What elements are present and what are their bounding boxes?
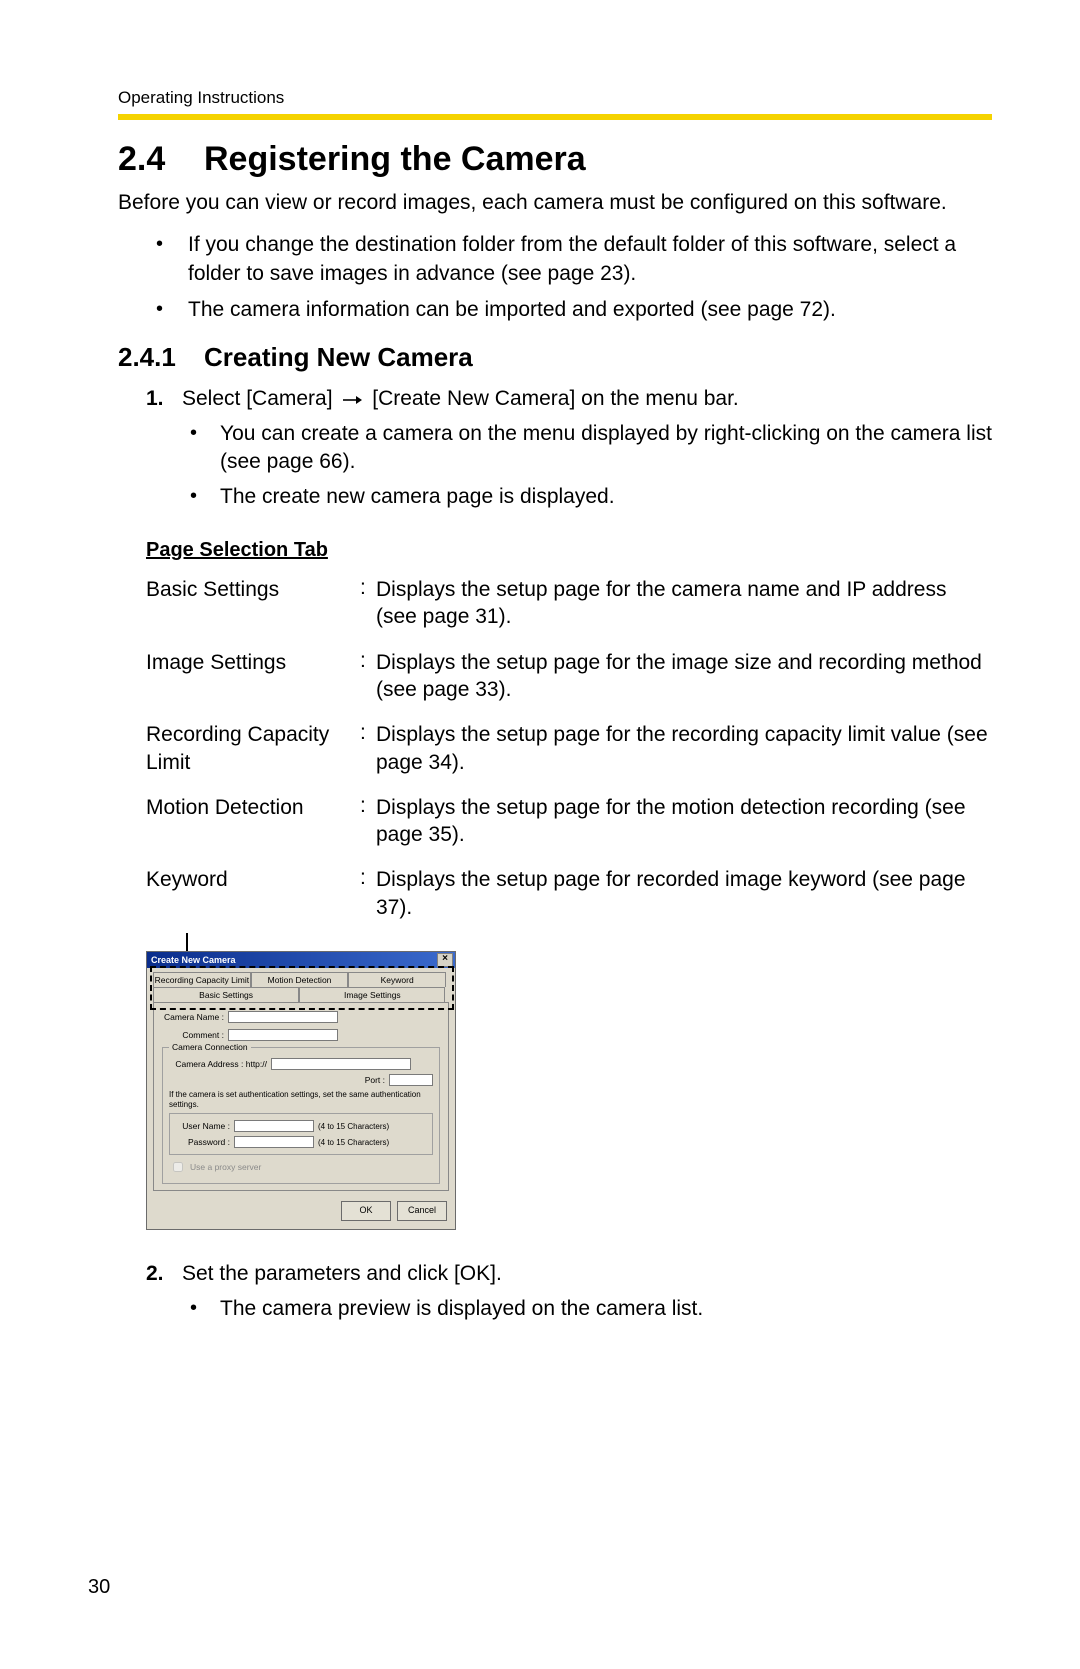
section-number: 2.4: [118, 140, 204, 179]
step-text-before: Select [Camera]: [182, 387, 333, 410]
comment-input[interactable]: [228, 1029, 338, 1041]
def-colon: :: [360, 794, 376, 818]
port-input[interactable]: [389, 1074, 433, 1086]
bullet-item: If you change the destination folder fro…: [146, 231, 992, 288]
tab-motion-detection[interactable]: Motion Detection: [251, 972, 349, 987]
def-term: Image Settings: [146, 649, 360, 676]
def-term: Recording Capacity Limit: [146, 721, 360, 776]
sub-bullet: The camera preview is displayed on the c…: [182, 1295, 992, 1323]
def-colon: :: [360, 866, 376, 890]
def-row: Basic Settings : Displays the setup page…: [146, 576, 992, 631]
section-heading: 2.4Registering the Camera: [118, 140, 992, 179]
close-icon[interactable]: ×: [437, 953, 453, 967]
camera-name-label: Camera Name :: [162, 1012, 224, 1022]
pass-hint: (4 to 15 Characters): [318, 1138, 389, 1147]
camera-name-input[interactable]: [228, 1011, 338, 1023]
create-new-camera-dialog: Create New Camera × Recording Capacity L…: [146, 951, 456, 1230]
def-desc: Displays the setup page for the camera n…: [376, 576, 992, 631]
proxy-checkbox[interactable]: [173, 1162, 183, 1172]
def-row: Recording Capacity Limit : Displays the …: [146, 721, 992, 776]
port-label: Port :: [355, 1075, 385, 1085]
auth-note: If the camera is set authentication sett…: [169, 1090, 433, 1109]
def-row: Keyword : Displays the setup page for re…: [146, 866, 992, 921]
section-title: Registering the Camera: [204, 140, 586, 178]
password-label: Password :: [176, 1137, 230, 1147]
dialog-title: Create New Camera: [151, 955, 236, 965]
bullet-item: The camera information can be imported a…: [146, 296, 992, 324]
camera-connection-group: Camera Connection Camera Address : http:…: [162, 1047, 440, 1184]
tab-image-settings[interactable]: Image Settings: [299, 987, 445, 1002]
step-1: 1. Select [Camera] [Create New Camera] o…: [146, 385, 992, 511]
definition-list: Basic Settings : Displays the setup page…: [146, 576, 992, 921]
dialog-titlebar[interactable]: Create New Camera ×: [147, 952, 455, 968]
header-rule: [118, 114, 992, 120]
def-colon: :: [360, 721, 376, 745]
def-row: Motion Detection : Displays the setup pa…: [146, 794, 992, 849]
password-input[interactable]: [234, 1136, 314, 1148]
section-bullets: If you change the destination folder fro…: [118, 231, 992, 324]
proxy-label: Use a proxy server: [190, 1162, 261, 1172]
tab-keyword[interactable]: Keyword: [348, 972, 446, 987]
step-number: 2.: [146, 1260, 164, 1288]
def-desc: Displays the setup page for recorded ima…: [376, 866, 992, 921]
user-name-input[interactable]: [234, 1120, 314, 1132]
step-number: 1.: [146, 385, 164, 413]
page-selection-tab-heading: Page Selection Tab: [146, 539, 992, 562]
tab-basic-settings[interactable]: Basic Settings: [153, 987, 299, 1002]
camera-address-input[interactable]: [271, 1058, 411, 1070]
step-2: 2. Set the parameters and click [OK]. Th…: [146, 1260, 992, 1323]
ok-button[interactable]: OK: [341, 1201, 391, 1221]
def-term: Basic Settings: [146, 576, 360, 603]
comment-label: Comment :: [162, 1030, 224, 1040]
dialog-figure: Create New Camera × Recording Capacity L…: [146, 951, 456, 1230]
sub-bullet: You can create a camera on the menu disp…: [182, 420, 992, 477]
user-name-label: User Name :: [176, 1121, 230, 1131]
def-term: Keyword: [146, 866, 360, 893]
step-text-after: [Create New Camera] on the menu bar.: [372, 387, 739, 410]
def-term: Motion Detection: [146, 794, 360, 821]
cancel-button[interactable]: Cancel: [397, 1201, 447, 1221]
sub-bullet: The create new camera page is displayed.: [182, 483, 992, 511]
def-desc: Displays the setup page for the motion d…: [376, 794, 992, 849]
dialog-tabs: Recording Capacity Limit Motion Detectio…: [147, 968, 455, 1002]
subsection-number: 2.4.1: [118, 342, 204, 373]
section-intro: Before you can view or record images, ea…: [118, 189, 992, 217]
user-hint: (4 to 15 Characters): [318, 1122, 389, 1131]
arrow-icon: [342, 386, 362, 414]
page-number: 30: [88, 1576, 110, 1599]
camera-connection-legend: Camera Connection: [169, 1042, 251, 1052]
subsection-title: Creating New Camera: [204, 342, 473, 372]
subsection-heading: 2.4.1Creating New Camera: [118, 342, 992, 373]
running-head: Operating Instructions: [118, 88, 992, 108]
def-colon: :: [360, 649, 376, 673]
tab-recording-capacity-limit[interactable]: Recording Capacity Limit: [153, 972, 251, 987]
def-colon: :: [360, 576, 376, 600]
def-row: Image Settings : Displays the setup page…: [146, 649, 992, 704]
camera-address-label: Camera Address : http://: [169, 1059, 267, 1069]
step-text: Set the parameters and click [OK].: [182, 1262, 502, 1285]
def-desc: Displays the setup page for the image si…: [376, 649, 992, 704]
def-desc: Displays the setup page for the recordin…: [376, 721, 992, 776]
